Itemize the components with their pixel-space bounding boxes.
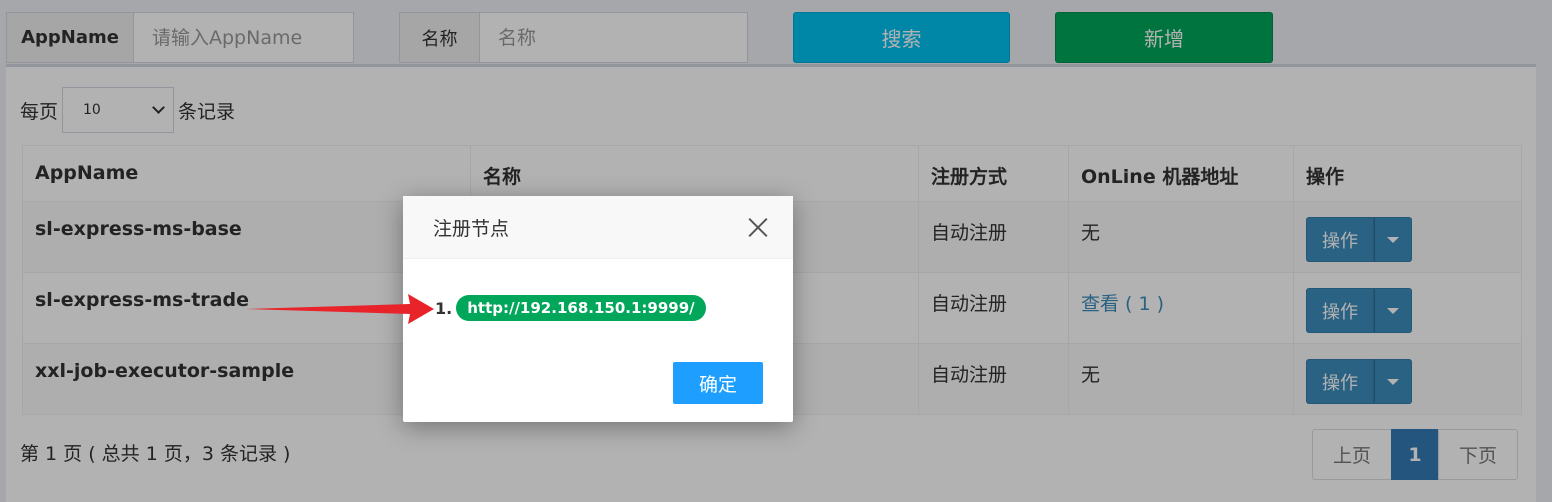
annotation-arrow-icon — [245, 294, 434, 324]
arrow-shape — [245, 294, 434, 324]
